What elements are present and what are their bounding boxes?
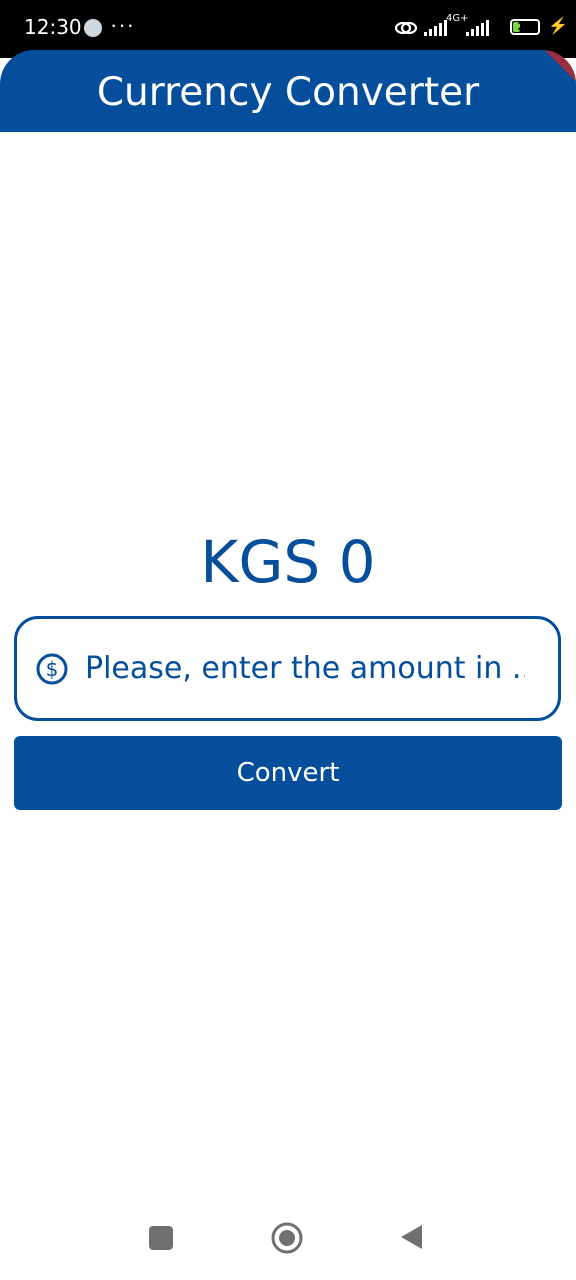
convert-button[interactable]: Convert [14, 736, 562, 810]
charging-icon: ⚡ [548, 18, 568, 35]
signal-strength-icon [466, 20, 489, 36]
amount-field[interactable]: $ [14, 616, 561, 721]
svg-text:$: $ [46, 657, 59, 681]
dollar-circle-icon: $ [36, 653, 68, 684]
back-icon[interactable] [399, 1223, 423, 1251]
app-bar: Currency Converter [0, 50, 576, 132]
signal-strength-icon [424, 20, 447, 36]
page-title: Currency Converter [96, 70, 480, 115]
app-notification-icon [84, 19, 102, 37]
navigation-bar [0, 1196, 576, 1280]
home-icon[interactable] [270, 1221, 304, 1255]
recents-icon[interactable] [149, 1226, 173, 1250]
amount-input[interactable] [85, 651, 525, 686]
status-time: 12:30 [24, 15, 82, 39]
battery-icon: 28 [510, 19, 540, 35]
link-icon [394, 21, 418, 35]
battery-percent: 28 [517, 20, 533, 33]
more-notifications-icon: ··· [110, 12, 135, 37]
conversion-result: KGS 0 [200, 528, 376, 596]
